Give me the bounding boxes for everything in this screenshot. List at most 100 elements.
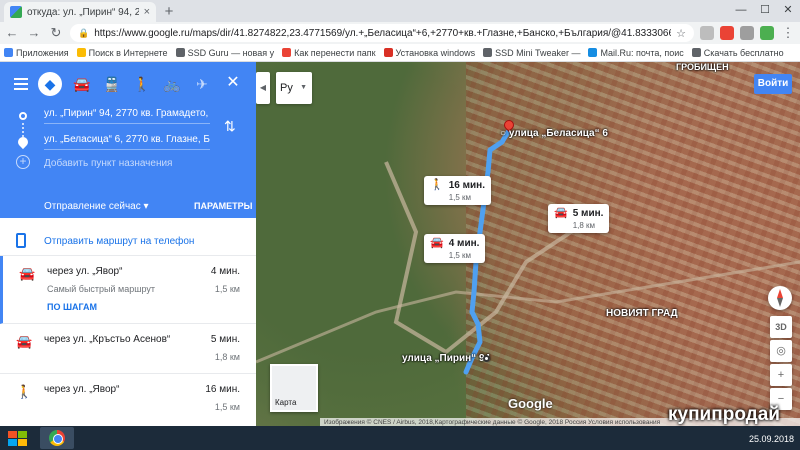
bookmark-item[interactable]: SSD Mini Tweaker — bbox=[483, 48, 580, 58]
add-destination-label[interactable]: Добавить пункт назначения bbox=[44, 158, 172, 169]
map-type-thumbnail[interactable]: Карта bbox=[270, 364, 318, 412]
google-logo: Google bbox=[508, 396, 553, 411]
route-via: через ул. „Кръстьо Асенов“ bbox=[44, 334, 171, 345]
bookmark-favicon-icon bbox=[383, 48, 393, 57]
bookmark-label: Как перенести папк bbox=[294, 47, 376, 58]
sign-in-button[interactable]: Войти bbox=[754, 74, 792, 94]
start-logo-tile bbox=[8, 431, 17, 438]
window-close-button[interactable]: ✕ bbox=[777, 0, 799, 22]
origin-marker-icon[interactable] bbox=[483, 355, 490, 362]
lock-icon: 🔒 bbox=[78, 27, 90, 38]
options-button[interactable]: ПАРАМЕТРЫ bbox=[194, 201, 253, 211]
transit-mode-icon[interactable]: 🚆 bbox=[100, 72, 124, 96]
route-time-bubble[interactable]: 🚶 16 мин. 1,5 км bbox=[424, 176, 491, 205]
bookmark-favicon-icon bbox=[588, 48, 598, 57]
add-destination-icon[interactable]: + bbox=[16, 155, 30, 169]
destination-label[interactable]: ○ улица „Беласица“ 6 bbox=[500, 128, 608, 139]
bookmark-item[interactable]: SSD Guru — новая у bbox=[175, 47, 275, 58]
car-mode-icon[interactable]: 🚘 bbox=[70, 72, 94, 96]
tilt-3d-button[interactable]: 3D bbox=[770, 316, 792, 338]
origin-input[interactable]: ул. „Пирин“ 94, 2770 кв. Грамадето, Б bbox=[44, 106, 210, 124]
destination-pin-icon bbox=[15, 134, 31, 150]
bookmark-item[interactable]: Поиск в Интернете bbox=[76, 47, 168, 58]
bookmark-favicon-icon bbox=[175, 48, 185, 57]
menu-dots-icon[interactable]: ⋮ bbox=[780, 25, 796, 41]
bubble-distance: 1,8 км bbox=[572, 221, 596, 230]
map-type-label: Карта bbox=[275, 398, 297, 407]
tab-close-icon[interactable]: × bbox=[144, 6, 150, 18]
close-directions-icon[interactable]: ✕ bbox=[224, 74, 242, 92]
send-to-phone-row[interactable]: Отправить маршрут на телефон bbox=[0, 226, 256, 256]
caret-down-icon: ▾ bbox=[143, 201, 149, 212]
bookmark-item[interactable]: Скачать бесплатно bbox=[691, 47, 784, 58]
car-icon: 🚘 bbox=[430, 237, 444, 249]
walk-mode-icon[interactable]: 🚶 bbox=[130, 72, 154, 96]
bookmark-star-icon[interactable]: ☆ bbox=[676, 27, 686, 40]
bookmark-label: SSD Guru — новая у bbox=[187, 47, 275, 58]
bookmark-item[interactable]: Mail.Ru: почта, поис bbox=[588, 47, 684, 58]
windows-start-icon[interactable] bbox=[4, 428, 30, 448]
maximize-button[interactable]: ☐ bbox=[754, 0, 776, 22]
route-time: 4 мин. bbox=[210, 266, 240, 277]
bookmark-favicon-icon bbox=[282, 48, 292, 57]
flight-mode-icon[interactable]: ✈ bbox=[190, 72, 214, 96]
reload-icon[interactable]: ↻ bbox=[48, 25, 64, 41]
route-time-bubble[interactable]: 🚘 4 мин. 1,5 км bbox=[424, 234, 486, 263]
route-distance: 1,8 км bbox=[214, 352, 240, 362]
browser-tab[interactable]: откуда: ул. „Пирин“ 94, 2770 кв… × bbox=[4, 2, 156, 22]
satellite-map[interactable]: ◀ Ру ▼ Войти ГРОБИЩЕН ○ улица „Беласица“ … bbox=[256, 62, 800, 426]
route-time: 16 мин. bbox=[205, 384, 240, 395]
bookmark-label: SSD Mini Tweaker — bbox=[495, 47, 581, 58]
depart-now-dropdown[interactable]: Отправление сейчас ▾ bbox=[44, 201, 149, 212]
language-select[interactable]: Ру ▼ bbox=[276, 72, 312, 104]
back-arrow-icon[interactable]: ← bbox=[4, 25, 20, 41]
phone-send-icon bbox=[16, 233, 26, 248]
route-option[interactable]: 🚘 через ул. „Кръстьо Асенов“ 5 мин. 1,8 … bbox=[0, 324, 256, 374]
taskbar-date: 25.09.2018 bbox=[748, 434, 794, 444]
address-bar[interactable]: 🔒 https://www.google.ru/maps/dir/41.8274… bbox=[70, 24, 694, 42]
caret-down-icon: ▼ bbox=[300, 84, 307, 91]
start-logo-tile bbox=[8, 439, 17, 446]
bookmark-label: Скачать бесплатно bbox=[703, 47, 784, 58]
my-location-icon[interactable]: ◎ bbox=[770, 340, 792, 362]
bookmark-favicon-icon bbox=[691, 48, 701, 57]
origin-label[interactable]: улица „Пирин“ 94 bbox=[402, 353, 490, 364]
extension-icon[interactable] bbox=[700, 26, 714, 40]
adblock-extension-icon[interactable] bbox=[720, 26, 734, 40]
extension-icon[interactable] bbox=[760, 26, 774, 40]
minimize-button[interactable]: — bbox=[730, 0, 752, 22]
bookmark-label: Mail.Ru: почта, поис bbox=[600, 47, 684, 58]
route-distance: 1,5 км bbox=[214, 402, 240, 412]
route-time: 5 мин. bbox=[210, 334, 240, 345]
route-time-bubble[interactable]: 🚘 5 мин. 1,8 км bbox=[548, 204, 610, 233]
swap-icon[interactable]: ⇅ bbox=[224, 118, 236, 135]
url-text[interactable]: https://www.google.ru/maps/dir/41.827482… bbox=[94, 28, 671, 39]
step-by-step-link[interactable]: ПО ШАГАМ bbox=[47, 302, 97, 312]
route-option[interactable]: 🚶 через ул. „Явор“ 16 мин. 1,5 км bbox=[0, 374, 256, 426]
google-maps-favicon-icon bbox=[10, 6, 22, 18]
extension-icon[interactable] bbox=[740, 26, 754, 40]
bubble-time: 4 мин. bbox=[448, 238, 480, 249]
route-option[interactable]: 🚘 через ул. „Явор“ 4 мин. Самый быстрый … bbox=[0, 256, 256, 324]
bookmark-item[interactable]: Приложения bbox=[4, 48, 69, 58]
walk-icon: 🚶 bbox=[16, 384, 33, 399]
bookmark-item[interactable]: Установка windows bbox=[383, 48, 475, 58]
taskbar-chrome-button[interactable] bbox=[40, 427, 74, 449]
bookmark-label: Поиск в Интернете bbox=[88, 47, 168, 58]
forward-arrow-icon[interactable]: → bbox=[26, 25, 42, 41]
best-route-icon[interactable]: ◆ bbox=[38, 72, 62, 96]
route-distance: 1,5 км bbox=[214, 284, 240, 294]
new-tab-button[interactable]: + bbox=[160, 3, 178, 21]
hamburger-menu-icon[interactable] bbox=[14, 78, 28, 90]
directions-panel: ◆ 🚘 🚆 🚶 🚲 ✈ ✕ ул. „Пирин“ 94, 2770 кв. Г… bbox=[0, 62, 256, 426]
directions-header: ◆ 🚘 🚆 🚶 🚲 ✈ ✕ ул. „Пирин“ 94, 2770 кв. Г… bbox=[0, 62, 256, 218]
collapse-panel-button[interactable]: ◀ bbox=[256, 72, 270, 104]
bookmark-item[interactable]: Как перенести папк bbox=[282, 47, 376, 58]
bike-mode-icon[interactable]: 🚲 bbox=[160, 72, 184, 96]
start-logo-tile bbox=[18, 439, 27, 446]
compass-south-needle bbox=[777, 298, 783, 307]
chrome-icon bbox=[49, 430, 65, 446]
destination-input[interactable]: ул. „Беласица“ 6, 2770 кв. Глазне, Бан bbox=[44, 132, 210, 150]
zoom-in-button[interactable]: + bbox=[770, 364, 792, 386]
compass-icon[interactable] bbox=[768, 286, 792, 310]
